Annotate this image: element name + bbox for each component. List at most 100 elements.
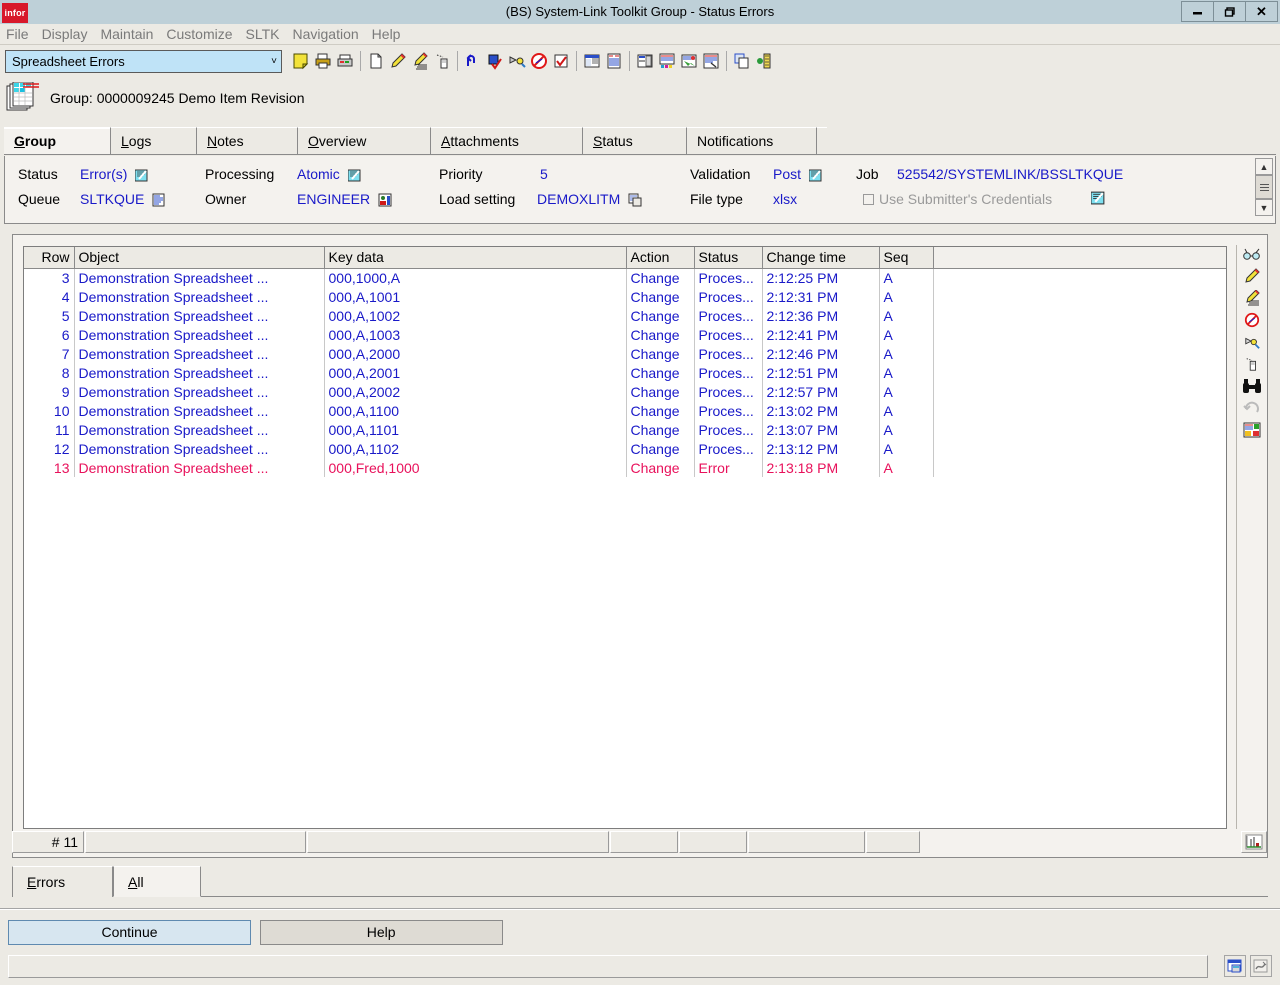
submit-check-icon[interactable] [484,50,506,72]
menu-file[interactable]: File [6,26,29,42]
column-header-row[interactable]: Row [24,247,75,269]
release-icon[interactable] [1241,333,1263,351]
job-value[interactable]: 525542/SYSTEMLINK/BSSLTKQUE [897,166,1123,182]
view-glasses-icon[interactable] [1241,245,1263,263]
table-row[interactable]: 8 Demonstration Spreadsheet ... 000,A,2001… [24,363,1226,382]
prompt-icon[interactable] [134,168,149,185]
approve-check-icon[interactable] [550,50,572,72]
column-header-action[interactable]: Action [626,247,695,269]
list-view-icon[interactable] [603,50,625,72]
menu-navigation[interactable]: Navigation [293,26,359,42]
list-prompt-icon[interactable] [152,193,166,210]
find-binoculars-icon[interactable] [1241,377,1263,395]
report-grid-icon[interactable] [700,50,722,72]
column-header-change-time[interactable]: Change time [762,247,880,269]
restore-icon[interactable] [1213,1,1246,22]
menu-display[interactable]: Display [42,26,88,42]
tab-notifications[interactable]: Notifications [686,127,816,154]
help-button[interactable]: Help [259,920,503,945]
menu-customize[interactable]: Customize [166,26,232,42]
launch-icon[interactable] [753,50,775,72]
detail-scrollbar[interactable]: ▲ ▼ [1255,158,1273,220]
edit-pencil-icon[interactable] [1241,267,1263,285]
minimize-icon[interactable] [1181,1,1214,22]
window-icon[interactable] [1224,955,1246,977]
status-value[interactable]: Error(s) [80,166,149,185]
load-setting-value[interactable]: DEMOXLITM [537,191,642,210]
close-icon[interactable]: ✕ [1245,1,1278,22]
print-icon[interactable] [312,50,334,72]
processing-value[interactable]: Atomic [297,166,362,185]
object-cell: Demonstration Spreadsheet ... [74,439,325,458]
scroll-down-icon[interactable]: ▼ [1255,199,1273,216]
column-header-seq[interactable]: Seq [879,247,934,269]
color-grid-icon[interactable] [656,50,678,72]
scroll-up-icon[interactable]: ▲ [1255,158,1273,175]
refresh-icon[interactable] [1241,399,1263,417]
edit-lines-icon[interactable] [409,50,431,72]
action-cell: Change [626,401,695,420]
lower-tab-all[interactable]: All [113,866,201,897]
table-row[interactable]: 5 Demonstration Spreadsheet ... 000,A,1002… [24,306,1226,325]
tab-logs[interactable]: Logs [110,127,196,154]
continue-button[interactable]: Continue [8,920,251,945]
view-select-value: Spreadsheet Errors [12,53,125,69]
object-cell: Demonstration Spreadsheet ... [74,458,325,477]
table-row[interactable]: 11 Demonstration Spreadsheet ... 000,A,110… [24,420,1226,439]
errors-grid[interactable]: Row Object Key data Action Status Change… [23,246,1227,829]
tab-notes[interactable]: Notes [196,127,297,154]
detail-view-icon[interactable] [634,50,656,72]
tab-attachments[interactable]: Attachments [430,127,582,154]
scroll-thumb[interactable] [1255,175,1273,199]
attach-clip-icon[interactable] [431,50,453,72]
column-header-key-data[interactable]: Key data [324,247,627,269]
queue-value[interactable]: SLTKQUE [80,191,166,210]
validation-value[interactable]: Post [773,166,823,185]
table-row[interactable]: 13 Demonstration Spreadsheet ... 000,Fred,… [24,458,1226,477]
note-icon[interactable] [290,50,312,72]
user-prompt-icon[interactable] [378,193,392,210]
cancel-icon[interactable] [1241,311,1263,329]
priority-value[interactable]: 5 [540,166,548,182]
column-header-status[interactable]: Status [694,247,763,269]
cancel-icon[interactable] [528,50,550,72]
undo-icon[interactable] [462,50,484,72]
tab-overview[interactable]: Overview [297,127,430,154]
copy-prompt-icon[interactable] [628,193,642,210]
edit-pencil-icon[interactable] [387,50,409,72]
table-row[interactable]: 3 Demonstration Spreadsheet ... 000,1000,A… [24,268,1226,287]
menu-sltk[interactable]: SLTK [246,26,280,42]
report-grid-icon[interactable] [1241,421,1263,439]
edit-lines-icon[interactable] [1241,289,1263,307]
chart-icon[interactable] [1241,831,1267,853]
signature-icon[interactable] [1250,955,1272,977]
fax-icon[interactable] [334,50,356,72]
menu-help[interactable]: Help [372,26,401,42]
row-number: 12 [24,439,75,458]
table-row[interactable]: 10 Demonstration Spreadsheet ... 000,A,110… [24,401,1226,420]
prompt-icon[interactable] [347,168,362,185]
prompt-icon[interactable] [808,168,823,185]
grid-view-icon[interactable] [581,50,603,72]
key-data-cell: 000,A,2001 [324,363,627,382]
map-grid-icon[interactable] [678,50,700,72]
table-row[interactable]: 4 Demonstration Spreadsheet ... 000,A,1001… [24,287,1226,306]
copy-icon[interactable] [731,50,753,72]
release-icon[interactable] [506,50,528,72]
group-header: Group: 0000009245 Demo Item Revision [0,77,1280,119]
credentials-prompt-icon[interactable] [1090,190,1106,208]
table-row[interactable]: 9 Demonstration Spreadsheet ... 000,A,2002… [24,382,1226,401]
new-document-icon[interactable] [365,50,387,72]
table-row[interactable]: 6 Demonstration Spreadsheet ... 000,A,1003… [24,325,1226,344]
use-submitter-credentials-checkbox[interactable]: Use Submitter's Credentials [863,191,1052,207]
lower-tab-errors[interactable]: Errors [12,866,113,897]
column-header-object[interactable]: Object [74,247,325,269]
menu-maintain[interactable]: Maintain [100,26,153,42]
view-select[interactable]: Spreadsheet Errors ˅ [5,49,282,73]
tab-status[interactable]: Status [582,127,686,154]
attach-clip-icon[interactable] [1241,355,1263,373]
table-row[interactable]: 7 Demonstration Spreadsheet ... 000,A,2000… [24,344,1226,363]
tab-group[interactable]: Group [4,127,110,154]
table-row[interactable]: 12 Demonstration Spreadsheet ... 000,A,110… [24,439,1226,458]
owner-value[interactable]: ENGINEER [297,191,392,210]
